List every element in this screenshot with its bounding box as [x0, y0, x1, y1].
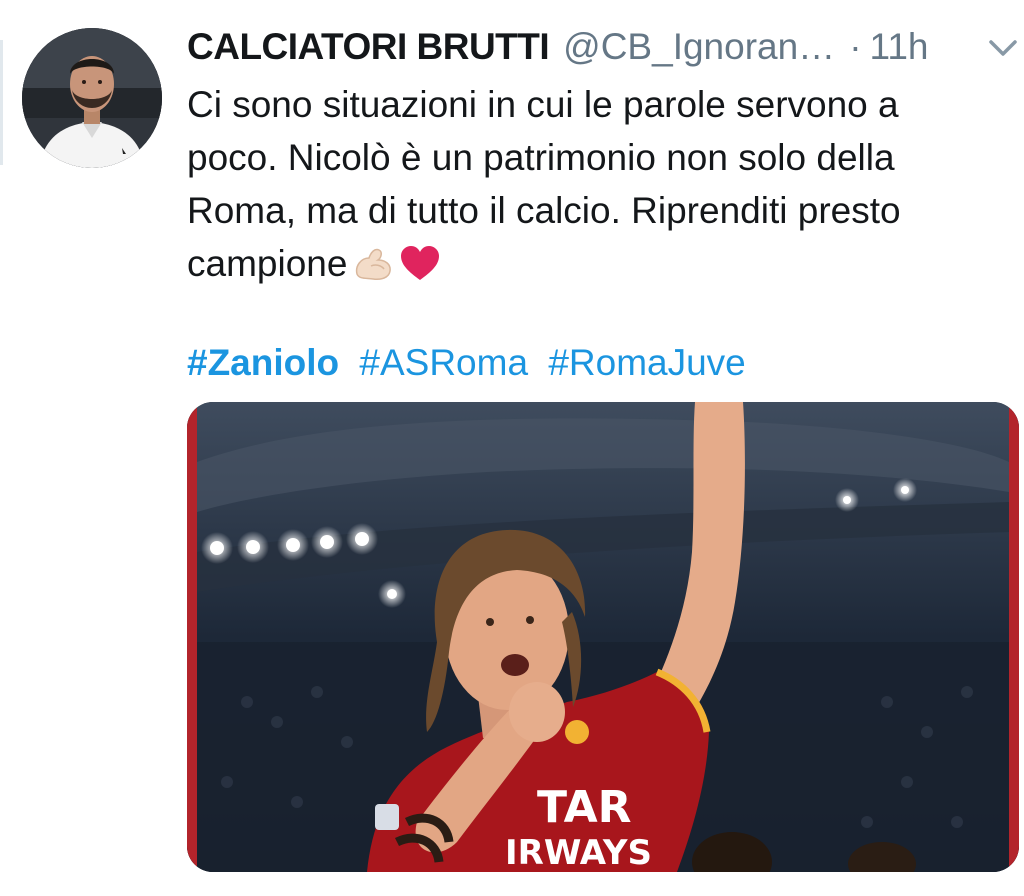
jersey-sponsor-line2: IRWAYS: [505, 833, 652, 872]
tweet-media-image[interactable]: TAR IRWAYS: [187, 402, 1019, 872]
flexed-biceps-icon: [353, 243, 393, 296]
tweet-text: Ci sono situazioni in cui le parole serv…: [187, 78, 1007, 296]
separator-dot: ·: [849, 26, 862, 67]
tweet[interactable]: CALCIATORI BRUTTI @CB_Ignoran… · 11h Ci …: [0, 0, 1024, 896]
profile-photo: [22, 28, 162, 168]
thread-line: [0, 40, 3, 165]
hashtag-link[interactable]: #RomaJuve: [548, 342, 745, 383]
tweet-text-line: campione: [187, 237, 1007, 296]
tweet-text-line: Roma, ma di tutto il calcio. Riprenditi …: [187, 190, 901, 231]
hashtag-link[interactable]: #Zaniolo: [187, 342, 339, 383]
timestamp[interactable]: 11h: [870, 26, 929, 68]
tweet-text-line: Ci sono situazioni in cui le parole serv…: [187, 84, 899, 125]
tweet-text-line: poco. Nicolò è un patrimonio non solo de…: [187, 137, 895, 178]
hashtag-link[interactable]: #ASRoma: [359, 342, 528, 383]
avatar[interactable]: [22, 28, 162, 168]
jersey-sponsor-line1: TAR: [537, 782, 632, 833]
tweet-header: CALCIATORI BRUTTI @CB_Ignoran… · 11h: [187, 22, 1017, 72]
chevron-down-icon[interactable]: [985, 36, 1021, 60]
user-handle[interactable]: @CB_Ignoran…: [563, 26, 835, 68]
display-name[interactable]: CALCIATORI BRUTTI: [187, 26, 550, 68]
hashtag-row: #Zaniolo #ASRoma #RomaJuve: [187, 338, 756, 388]
tweet-text-last-words: campione: [187, 243, 348, 284]
red-heart-icon: [399, 243, 441, 296]
media-photo: TAR IRWAYS: [187, 402, 1019, 872]
